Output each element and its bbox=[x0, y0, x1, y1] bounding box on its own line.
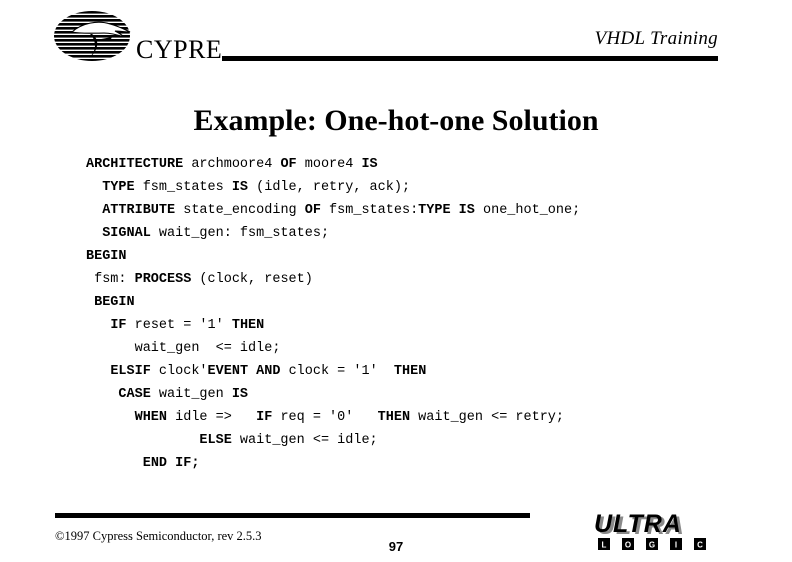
code-text: clock' bbox=[150, 364, 208, 379]
code-keyword: ELSIF bbox=[110, 364, 151, 379]
code-text: fsm: bbox=[86, 272, 135, 287]
code-text: wait_gen <= idle; bbox=[231, 433, 378, 448]
cypress-striped-oval-icon bbox=[54, 11, 130, 61]
code-line: ELSIF clock'EVENT AND clock = '1' THEN bbox=[86, 360, 736, 383]
code-text: wait_gen: fsm_states; bbox=[150, 226, 330, 241]
code-text: wait_gen <= idle; bbox=[86, 341, 281, 356]
cypress-wordmark: CYPRESS bbox=[136, 35, 222, 64]
code-keyword: TYPE IS bbox=[418, 203, 475, 218]
page-title: Example: One-hot-one Solution bbox=[193, 104, 599, 138]
code-keyword: CASE bbox=[118, 387, 151, 402]
code-keyword: ATTRIBUTE bbox=[102, 203, 176, 218]
slide-canvas: CYPRESS VHDL Training Example: One-hot-o… bbox=[0, 0, 792, 562]
code-text: req = '0' bbox=[272, 410, 378, 425]
code-line: BEGIN bbox=[86, 291, 736, 314]
code-line: IF reset = '1' THEN bbox=[86, 314, 736, 337]
code-text: fsm_states bbox=[134, 180, 232, 195]
svg-text:G: G bbox=[649, 541, 655, 550]
code-keyword: ELSE bbox=[199, 433, 232, 448]
code-text: clock = '1' bbox=[280, 364, 394, 379]
code-text: fsm_states: bbox=[320, 203, 419, 218]
ultra-wordmark: ULTRA bbox=[594, 510, 682, 538]
code-text: idle => bbox=[167, 410, 257, 425]
code-line: BEGIN bbox=[86, 245, 736, 268]
code-keyword: IS bbox=[231, 180, 249, 195]
code-keyword: IF bbox=[256, 410, 273, 425]
code-keyword: BEGIN bbox=[94, 295, 135, 310]
svg-text:O: O bbox=[625, 541, 631, 550]
code-text: (clock, reset) bbox=[191, 272, 313, 287]
code-text: one_hot_one; bbox=[474, 203, 581, 218]
code-line: END IF; bbox=[86, 452, 736, 475]
code-text: (idle, retry, ack); bbox=[248, 180, 411, 195]
svg-text:C: C bbox=[697, 541, 703, 550]
cypress-logo: CYPRESS bbox=[52, 10, 222, 68]
code-keyword: THEN bbox=[231, 318, 265, 333]
vhdl-code-block: ARCHITECTURE archmoore4 OF moore4 IS TYP… bbox=[86, 153, 736, 475]
code-line: SIGNAL wait_gen: fsm_states; bbox=[86, 222, 736, 245]
code-text: wait_gen bbox=[150, 387, 232, 402]
code-keyword: EVENT AND bbox=[207, 364, 281, 379]
code-keyword: IF bbox=[110, 318, 127, 333]
code-keyword: THEN bbox=[377, 410, 411, 425]
code-keyword: IS bbox=[361, 157, 378, 172]
code-keyword: WHEN bbox=[134, 410, 168, 425]
code-keyword: SIGNAL bbox=[102, 226, 151, 241]
code-text: reset = '1' bbox=[126, 318, 232, 333]
code-line: ELSE wait_gen <= idle; bbox=[86, 429, 736, 452]
code-line: ARCHITECTURE archmoore4 OF moore4 IS bbox=[86, 153, 736, 176]
code-keyword: TYPE bbox=[102, 180, 135, 195]
code-keyword: END IF; bbox=[142, 456, 200, 471]
code-keyword: THEN bbox=[393, 364, 427, 379]
code-line: ATTRIBUTE state_encoding OF fsm_states:T… bbox=[86, 199, 736, 222]
code-keyword: PROCESS bbox=[134, 272, 192, 287]
footer-divider-rule bbox=[55, 513, 530, 518]
code-line: fsm: PROCESS (clock, reset) bbox=[86, 268, 736, 291]
code-keyword: ARCHITECTURE bbox=[86, 157, 184, 172]
code-line: WHEN idle => IF req = '0' THEN wait_gen … bbox=[86, 406, 736, 429]
code-keyword: OF bbox=[304, 203, 321, 218]
code-keyword: IS bbox=[231, 387, 249, 402]
code-text: state_encoding bbox=[175, 203, 305, 218]
code-keyword: OF bbox=[280, 157, 297, 172]
header-divider-rule bbox=[222, 56, 718, 61]
code-text: moore4 bbox=[296, 157, 362, 172]
code-text: wait_gen <= retry; bbox=[410, 410, 565, 425]
course-title: VHDL Training bbox=[594, 28, 718, 49]
code-line: CASE wait_gen IS bbox=[86, 383, 736, 406]
ultra-logic-logo: ULTRA ULTRA L O G I C bbox=[592, 508, 732, 554]
code-line: wait_gen <= idle; bbox=[86, 337, 736, 360]
code-text: archmoore4 bbox=[183, 157, 281, 172]
svg-text:L: L bbox=[602, 541, 607, 550]
code-keyword: BEGIN bbox=[86, 249, 127, 264]
code-line: TYPE fsm_states IS (idle, retry, ack); bbox=[86, 176, 736, 199]
svg-text:I: I bbox=[675, 541, 677, 550]
